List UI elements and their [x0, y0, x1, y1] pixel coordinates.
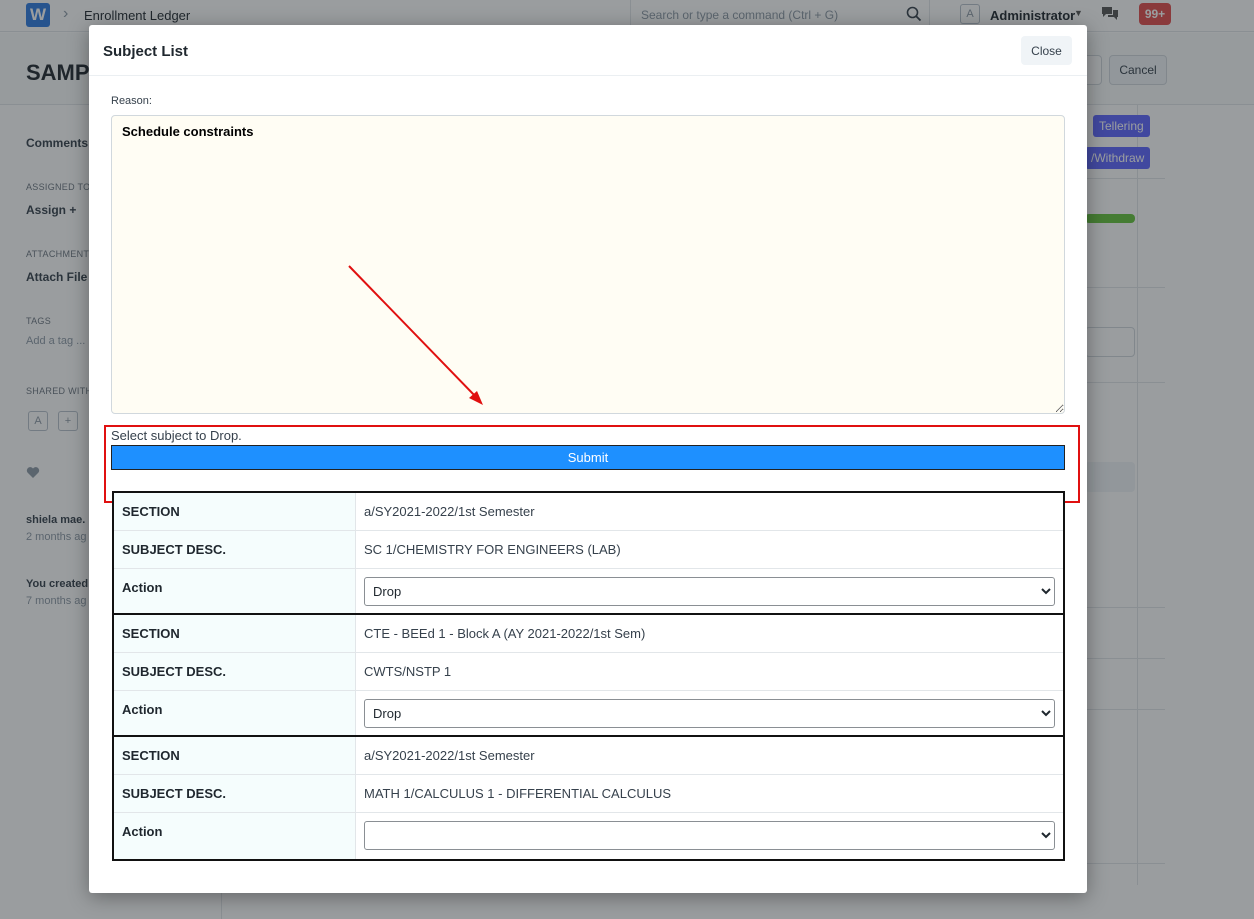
dialog-title: Subject List [103, 43, 189, 60]
subject-desc-value: SC 1/CHEMISTRY FOR ENGINEERS (LAB) [355, 530, 1064, 569]
subject-desc-label: SUBJECT DESC. [113, 652, 356, 691]
subject-desc-label: SUBJECT DESC. [113, 774, 356, 813]
subject-desc-value: MATH 1/CALCULUS 1 - DIFFERENTIAL CALCULU… [355, 774, 1064, 813]
action-row: Action [113, 812, 1065, 860]
action-cell [356, 813, 1065, 860]
section-row: SECTION a/SY2021-2022/1st Semester [113, 736, 1064, 775]
close-button[interactable]: Close [1021, 36, 1072, 65]
section-row: SECTION a/SY2021-2022/1st Semester [113, 492, 1064, 531]
action-select[interactable]: Drop [364, 577, 1055, 606]
action-row: Action Drop [113, 690, 1065, 738]
subject-card: SECTION CTE - BEEd 1 - Block A (AY 2021-… [112, 613, 1065, 739]
section-label: SECTION [113, 736, 356, 775]
subject-desc-row: SUBJECT DESC. MATH 1/CALCULUS 1 - DIFFER… [113, 774, 1064, 813]
section-value: CTE - BEEd 1 - Block A (AY 2021-2022/1st… [355, 614, 1064, 653]
action-cell: Drop [356, 569, 1065, 616]
subject-list-dialog: Subject List Close Reason: Schedule cons… [89, 25, 1087, 893]
subject-card: SECTION a/SY2021-2022/1st Semester SUBJE… [112, 735, 1065, 861]
section-row: SECTION CTE - BEEd 1 - Block A (AY 2021-… [113, 614, 1064, 653]
action-label: Action [113, 568, 356, 616]
subject-desc-row: SUBJECT DESC. CWTS/NSTP 1 [113, 652, 1064, 691]
section-value: a/SY2021-2022/1st Semester [355, 736, 1064, 775]
section-label: SECTION [113, 492, 356, 531]
dialog-header: Subject List Close [89, 25, 1087, 76]
reason-label: Reason: [111, 95, 152, 107]
subject-desc-label: SUBJECT DESC. [113, 530, 356, 569]
section-label: SECTION [113, 614, 356, 653]
action-row: Action Drop [113, 568, 1065, 616]
action-cell: Drop [356, 691, 1065, 738]
subject-card: SECTION a/SY2021-2022/1st Semester SUBJE… [112, 491, 1065, 617]
action-select[interactable] [364, 821, 1055, 850]
section-value: a/SY2021-2022/1st Semester [355, 492, 1064, 531]
subject-desc-row: SUBJECT DESC. SC 1/CHEMISTRY FOR ENGINEE… [113, 530, 1064, 569]
reason-textarea[interactable]: Schedule constraints [111, 115, 1065, 414]
action-select[interactable]: Drop [364, 699, 1055, 728]
action-label: Action [113, 812, 356, 860]
subject-desc-value: CWTS/NSTP 1 [355, 652, 1064, 691]
action-label: Action [113, 690, 356, 738]
